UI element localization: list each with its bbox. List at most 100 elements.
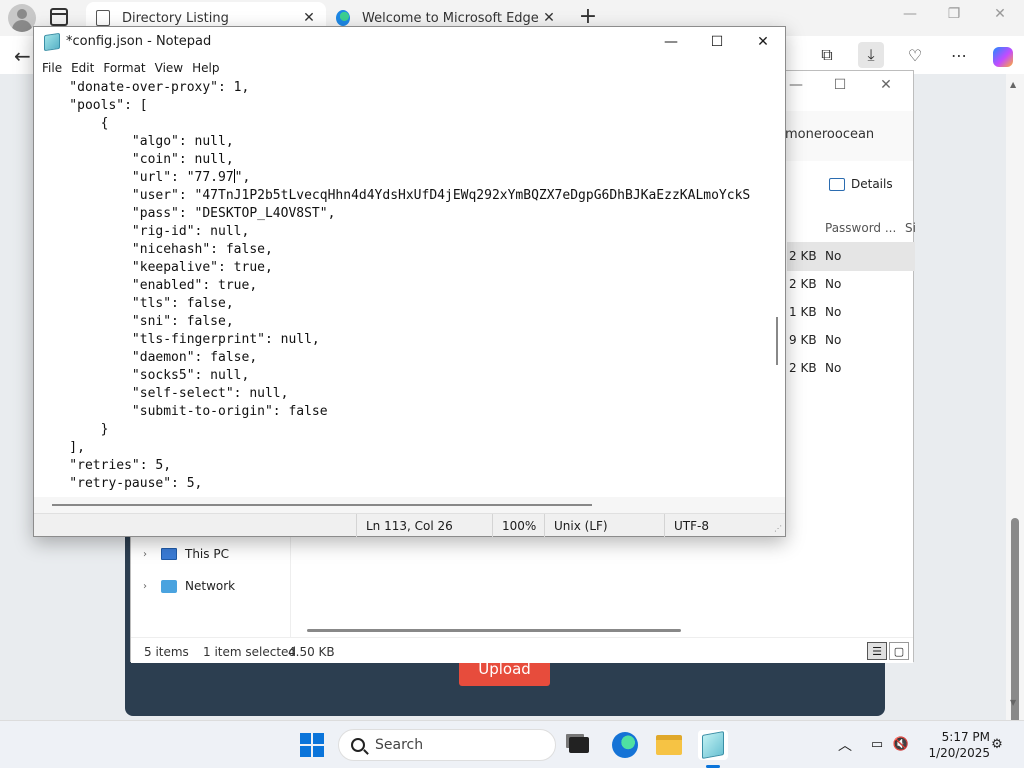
zoom-level: 100% <box>492 514 544 537</box>
text-after-caret: ", "user": "47TnJ1P2b5tLvecqHhn4d4YdsHxU… <box>69 170 751 491</box>
editor-text[interactable]: "donate-over-proxy": 1, "pools": [ { "al… <box>38 79 750 493</box>
taskbar-search-box[interactable]: Search <box>338 729 556 761</box>
close-tab-icon[interactable]: ✕ <box>302 10 316 26</box>
menu-help[interactable]: Help <box>190 61 226 75</box>
tab-actions-icon[interactable] <box>50 8 68 26</box>
file-row[interactable]: 1 KB No <box>787 299 915 327</box>
text-before-caret: "donate-over-proxy": 1, "pools": [ { "al… <box>69 80 250 185</box>
notepad-title-bar[interactable]: *config.json - Notepad — ☐ ✕ <box>34 27 785 57</box>
clock-time: 5:17 PM <box>941 730 990 744</box>
cursor-position: Ln 113, Col 26 <box>356 514 492 537</box>
browser-close-button[interactable]: ✕ <box>986 6 1014 28</box>
chevron-right-icon[interactable]: › <box>143 581 153 592</box>
explorer-maximize-button[interactable]: ☐ <box>825 77 855 93</box>
file-row[interactable]: 9 KB No <box>787 327 915 355</box>
page-scrollbar[interactable]: ▲ ▼ <box>1006 74 1024 768</box>
chevron-right-icon[interactable]: › <box>143 549 153 560</box>
horizontal-scroll-thumb[interactable] <box>52 504 592 506</box>
more-icon[interactable]: ⋯ <box>946 42 972 68</box>
file-explorer-icon <box>656 735 682 755</box>
tab-title: Welcome to Microsoft Edge <box>362 10 539 26</box>
notification-settings-icon[interactable]: ⚙ <box>988 735 1006 753</box>
edge-icon <box>336 10 350 26</box>
menu-edit[interactable]: Edit <box>69 61 101 75</box>
notepad-icon <box>44 32 60 52</box>
edge-icon <box>612 732 638 758</box>
notepad-window: *config.json - Notepad — ☐ ✕ File Edit F… <box>33 26 786 537</box>
start-button[interactable] <box>300 733 324 757</box>
explorer-close-button[interactable]: ✕ <box>871 77 901 93</box>
taskbar-edge-button[interactable] <box>610 730 640 760</box>
editor-horizontal-scrollbar[interactable] <box>34 497 785 513</box>
file-size: 2 KB <box>789 361 817 375</box>
menu-bar: File Edit Format View Help <box>34 57 785 79</box>
notepad-minimize-button[interactable]: — <box>656 31 686 53</box>
file-password-flag: No <box>825 361 842 375</box>
network-icon <box>161 579 177 593</box>
address-path-text: moneroocean <box>785 127 875 142</box>
notepad-maximize-button[interactable]: ☐ <box>702 31 732 53</box>
navigation-pane: › This PC › Network <box>131 537 291 637</box>
copilot-icon[interactable] <box>988 42 1014 68</box>
volume-muted-icon[interactable]: 🔇 <box>892 735 910 753</box>
large-icons-view-icon[interactable]: ▢ <box>889 642 909 660</box>
collections-icon[interactable]: ⧉ <box>814 42 840 68</box>
details-pane-icon <box>829 177 845 191</box>
file-row[interactable]: 2 KB No <box>787 271 915 299</box>
column-header-size[interactable]: Si <box>905 221 916 235</box>
file-row[interactable]: 2 KB No <box>787 243 915 271</box>
file-password-flag: No <box>825 305 842 319</box>
nav-item-label: This PC <box>185 547 229 561</box>
nav-item-network[interactable]: › Network <box>143 579 235 593</box>
downloads-icon[interactable]: ⤓ <box>858 42 884 68</box>
taskbar-file-explorer-button[interactable] <box>654 730 684 760</box>
window-title: *config.json - Notepad <box>66 34 212 49</box>
browser-essentials-icon[interactable]: ♡ <box>902 42 928 68</box>
nav-item-this-pc[interactable]: › This PC <box>143 547 229 561</box>
scroll-down-arrow-icon[interactable]: ▼ <box>1010 698 1016 707</box>
tab-title: Directory Listing <box>122 10 229 26</box>
encoding: UTF-8 <box>664 514 774 537</box>
task-view-icon <box>569 737 589 753</box>
profile-avatar-icon[interactable] <box>8 4 36 32</box>
details-view-icon[interactable]: ☰ <box>867 642 887 660</box>
details-label: Details <box>851 177 893 191</box>
details-pane-button[interactable]: Details <box>829 177 893 191</box>
resize-grip-icon[interactable]: ⋰ <box>774 524 782 533</box>
taskbar: Search ︿ ▭ 🔇 5:17 PM 1/20/2025 ⚙ <box>0 720 1024 768</box>
file-row[interactable]: 2 KB No <box>787 355 915 383</box>
notepad-status-bar: Ln 113, Col 26 100% Unix (LF) UTF-8 ⋰ <box>34 513 785 537</box>
column-headers: Password ... Si <box>787 215 916 243</box>
close-tab-icon[interactable]: ✕ <box>542 10 556 26</box>
column-header-password[interactable]: Password ... <box>825 221 896 235</box>
selection-size: 4.50 KB <box>288 645 335 659</box>
file-password-flag: No <box>825 277 842 291</box>
file-password-flag: No <box>825 333 842 347</box>
menu-view[interactable]: View <box>153 61 190 75</box>
file-size: 2 KB <box>789 249 817 263</box>
file-password-flag: No <box>825 249 842 263</box>
vertical-scroll-thumb[interactable] <box>776 317 778 365</box>
line-ending: Unix (LF) <box>544 514 664 537</box>
menu-file[interactable]: File <box>40 61 69 75</box>
back-arrow-icon[interactable]: ← <box>14 44 31 68</box>
show-hidden-icons-chevron-icon[interactable]: ︿ <box>838 735 852 755</box>
text-editor-area[interactable]: "donate-over-proxy": 1, "pools": [ { "al… <box>34 79 769 497</box>
file-size: 1 KB <box>789 305 817 319</box>
browser-minimize-button[interactable]: — <box>896 6 924 28</box>
explorer-window-controls: — ☐ ✕ <box>781 77 915 99</box>
scroll-up-arrow-icon[interactable]: ▲ <box>1010 80 1016 89</box>
network-status-icon[interactable]: ▭ <box>868 735 886 753</box>
menu-format[interactable]: Format <box>101 61 152 75</box>
task-view-button[interactable] <box>564 730 594 760</box>
clock-date: 1/20/2025 <box>928 746 990 760</box>
computer-icon <box>161 548 177 560</box>
browser-restore-button[interactable]: ❐ <box>940 6 968 28</box>
search-icon <box>351 738 365 752</box>
explorer-horizontal-scrollbar[interactable] <box>307 629 681 632</box>
notepad-close-button[interactable]: ✕ <box>748 31 778 53</box>
system-clock[interactable]: 5:17 PM 1/20/2025 <box>920 729 990 761</box>
taskbar-notepad-button[interactable] <box>698 730 728 760</box>
search-placeholder: Search <box>375 737 424 753</box>
editor-vertical-scrollbar[interactable] <box>769 79 785 497</box>
